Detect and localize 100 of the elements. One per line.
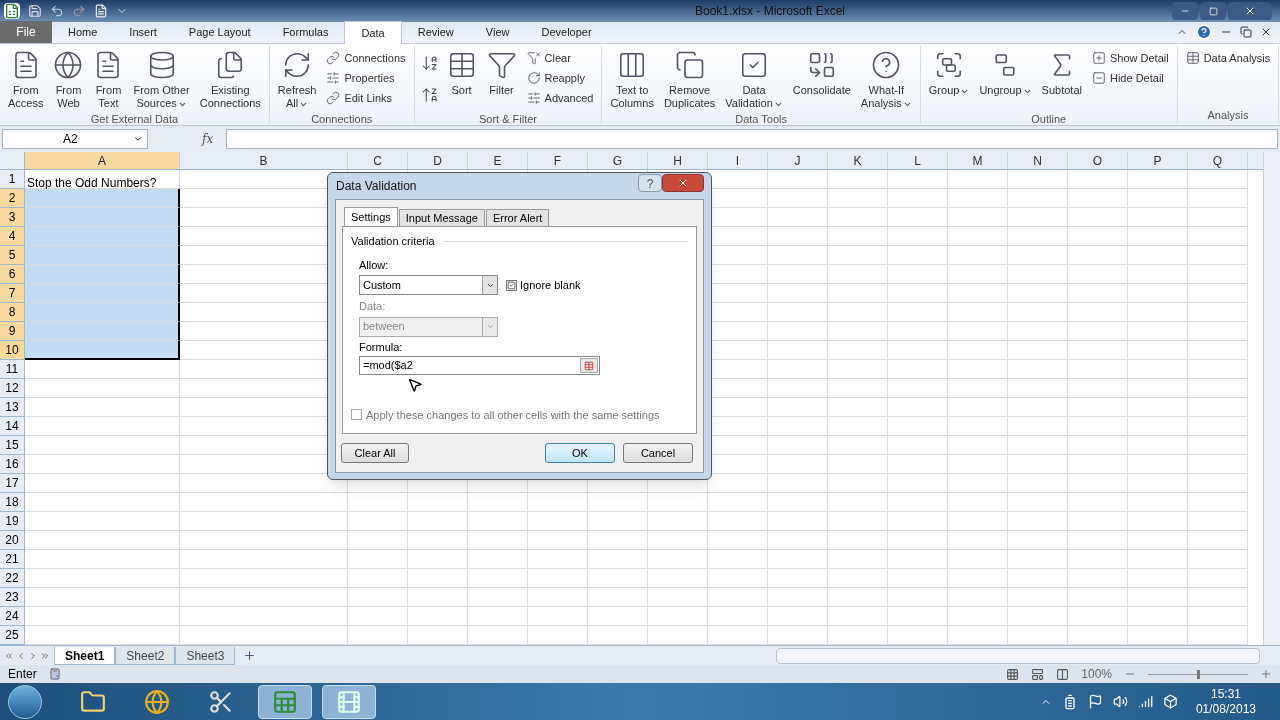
name-box[interactable]: A2	[2, 129, 148, 149]
column-header[interactable]: H	[648, 152, 708, 169]
row-header[interactable]: 22	[0, 569, 25, 588]
ribbon-button[interactable]: Advanced	[522, 88, 598, 108]
ribbon-button[interactable]: Clear	[522, 48, 598, 68]
row-header[interactable]: 9	[0, 322, 25, 341]
row-header[interactable]: 14	[0, 417, 25, 436]
column-header[interactable]: A	[25, 152, 180, 169]
ribbon-button[interactable]: Remove Duplicates	[659, 46, 720, 112]
row-header[interactable]: 16	[0, 455, 25, 474]
new-document-icon[interactable]	[94, 4, 108, 18]
sheet-tab[interactable]: Sheet1	[54, 646, 116, 665]
close-icon[interactable]	[1260, 26, 1272, 38]
box-icon[interactable]	[1162, 694, 1178, 709]
allow-dropdown[interactable]: Custom	[359, 275, 498, 295]
ribbon-tab[interactable]: View	[469, 22, 526, 43]
column-header[interactable]: E	[468, 152, 528, 169]
row-header[interactable]: 4	[0, 227, 25, 246]
collapse-dialog-button[interactable]	[580, 358, 598, 373]
column-header[interactable]: M	[948, 152, 1008, 169]
ribbon-button[interactable]: Group	[924, 46, 974, 112]
last-sheet-icon[interactable]	[40, 650, 50, 661]
undo-icon[interactable]	[50, 4, 64, 18]
ribbon-button[interactable]: Show Detail	[1087, 48, 1173, 68]
grid-cell[interactable]	[25, 208, 180, 227]
volume-icon[interactable]	[1112, 694, 1128, 709]
column-header[interactable]: O	[1068, 152, 1128, 169]
ribbon-button[interactable]: Existing Connections	[195, 46, 265, 112]
zoom-slider-thumb[interactable]	[1197, 669, 1200, 679]
signal-icon[interactable]	[1137, 694, 1153, 709]
column-header[interactable]: L	[888, 152, 948, 169]
help-button[interactable]: ?	[638, 174, 662, 192]
taskbar-app[interactable]	[258, 684, 312, 719]
ribbon-tab[interactable]: Insert	[113, 22, 173, 43]
grid-cell[interactable]	[25, 284, 180, 303]
row-header[interactable]: 8	[0, 303, 25, 322]
previous-sheet-icon[interactable]	[16, 650, 26, 661]
ribbon-tab[interactable]: Formulas	[266, 22, 345, 43]
ribbon-button[interactable]: Data Analysis	[1181, 48, 1275, 68]
ribbon-button[interactable]: Filter	[482, 46, 521, 112]
row-header[interactable]: 18	[0, 493, 25, 512]
dialog-tab[interactable]: Error Alert	[485, 209, 550, 226]
row-header[interactable]: 24	[0, 607, 25, 626]
help-icon[interactable]	[1196, 24, 1212, 40]
ribbon-button[interactable]: From Text	[89, 46, 128, 112]
vertical-scrollbar[interactable]	[1263, 152, 1280, 645]
ribbon-tab[interactable]: Developer	[525, 22, 608, 43]
ribbon-button[interactable]: Edit Links	[322, 88, 410, 108]
flag-icon[interactable]	[1087, 694, 1103, 709]
column-header[interactable]: C	[348, 152, 408, 169]
dialog-tab[interactable]: Input Message	[398, 209, 485, 226]
file-tab[interactable]: File	[0, 21, 52, 43]
grid-cell[interactable]	[25, 246, 180, 265]
ribbon-button[interactable]: From Web	[49, 46, 88, 112]
column-header[interactable]: G	[588, 152, 648, 169]
horizontal-scrollbar[interactable]	[776, 647, 1260, 664]
row-header[interactable]: 17	[0, 474, 25, 493]
ok-button[interactable]: OK	[545, 443, 615, 463]
ribbon-button[interactable]: Subtotal	[1037, 46, 1086, 112]
ribbon-button[interactable]: Reapply	[522, 68, 598, 88]
row-header[interactable]: 20	[0, 531, 25, 550]
column-header[interactable]: I	[708, 152, 768, 169]
ribbon-button[interactable]: Consolidate	[788, 46, 855, 112]
normal-view-icon[interactable]	[1006, 667, 1020, 681]
row-header[interactable]: 10	[0, 341, 25, 360]
formula-input[interactable]	[226, 129, 1278, 149]
ribbon-tab[interactable]: Home	[52, 22, 114, 43]
row-header[interactable]: 25	[0, 626, 25, 645]
ignore-blank-checkbox[interactable]: Ignore blank	[506, 276, 581, 294]
column-header[interactable]: F	[528, 152, 588, 169]
row-header[interactable]: 12	[0, 379, 25, 398]
cancel-button[interactable]: Cancel	[623, 443, 693, 463]
grid-cell[interactable]	[25, 322, 180, 341]
row-header[interactable]: 2	[0, 189, 25, 208]
next-sheet-icon[interactable]	[28, 650, 38, 661]
ribbon-button[interactable]: From Other Sources	[129, 46, 194, 112]
column-header[interactable]: J	[768, 152, 828, 169]
ribbon-button[interactable]: Connections	[322, 48, 410, 68]
clear-all-button[interactable]: Clear All	[341, 443, 409, 463]
row-header[interactable]: 15	[0, 436, 25, 455]
row-header[interactable]: 23	[0, 588, 25, 607]
ribbon-button[interactable]: Properties	[322, 68, 410, 88]
ribbon-button[interactable]: From Access	[4, 46, 48, 112]
ribbon-button[interactable]: Data Validation	[721, 46, 787, 112]
grid-cell[interactable]	[25, 227, 180, 246]
ribbon-button[interactable]: Hide Detail	[1087, 68, 1173, 88]
start-button[interactable]	[8, 684, 42, 719]
row-header[interactable]: 6	[0, 265, 25, 284]
grid-cell[interactable]	[25, 303, 180, 322]
column-header[interactable]: N	[1008, 152, 1068, 169]
row-header[interactable]: 5	[0, 246, 25, 265]
grid-cell[interactable]	[25, 189, 180, 208]
ribbon-button[interactable]: What-If Analysis	[856, 46, 916, 112]
row-header[interactable]: 3	[0, 208, 25, 227]
column-header[interactable]: D	[408, 152, 468, 169]
close-button[interactable]	[662, 174, 704, 192]
zoom-in-icon[interactable]	[1260, 668, 1272, 680]
minimize-button[interactable]	[1172, 2, 1198, 20]
zoom-level[interactable]: 100%	[1081, 665, 1112, 683]
ribbon-tab[interactable]: Data	[344, 21, 402, 44]
